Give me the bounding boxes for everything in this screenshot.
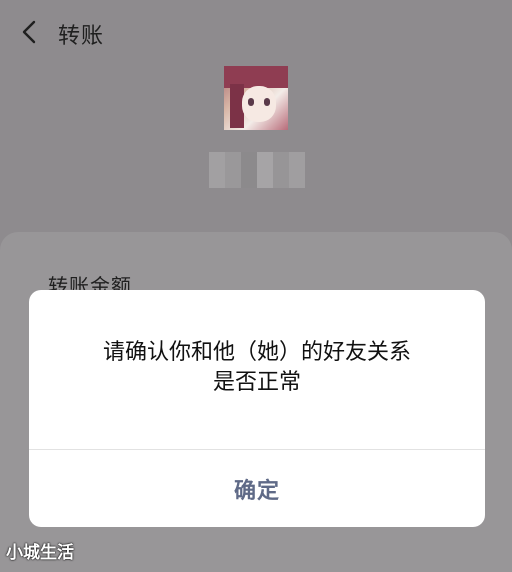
confirm-dialog: 请确认你和他（她）的好友关系 是否正常 确定 — [29, 290, 485, 527]
avatar — [224, 66, 288, 130]
dialog-message-line2: 是否正常 — [212, 370, 301, 395]
recipient-name-pixelated — [209, 152, 305, 188]
header-bar: 转账 — [0, 0, 512, 64]
back-button[interactable] — [18, 18, 40, 46]
chevron-left-icon — [22, 20, 36, 44]
page-title: 转账 — [58, 24, 105, 49]
dialog-message-line1: 请确认你和他（她）的好友关系 — [102, 340, 411, 365]
confirm-button[interactable]: 确定 — [29, 450, 485, 527]
watermark-text: 小城生活 — [6, 543, 74, 563]
dialog-message: 请确认你和他（她）的好友关系 是否正常 — [29, 338, 485, 398]
